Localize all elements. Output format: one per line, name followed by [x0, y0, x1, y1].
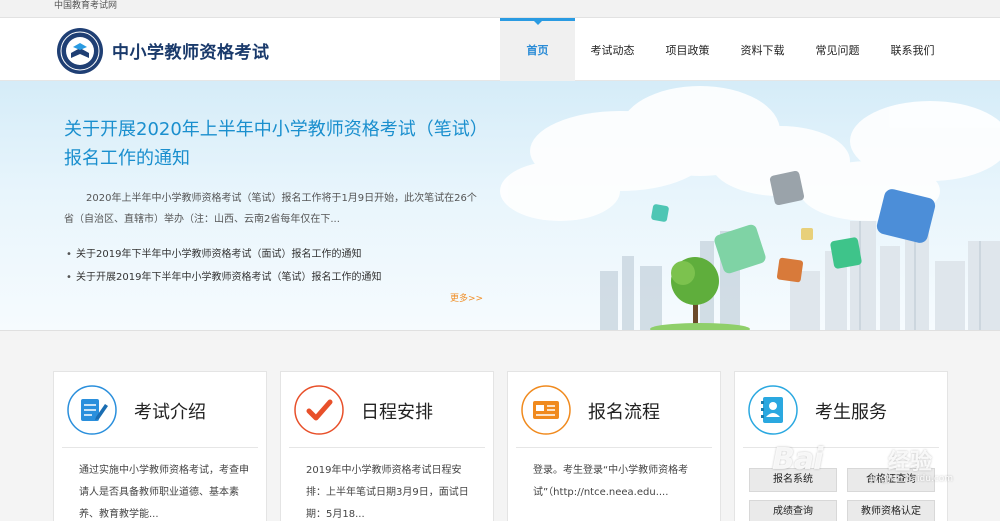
card-divider: [289, 447, 485, 448]
nav-faq[interactable]: 常见问题: [800, 18, 875, 81]
more-link[interactable]: 更多>>: [450, 291, 483, 304]
card-title: 日程安排: [361, 402, 433, 423]
registration-form-icon: [521, 385, 571, 435]
card-title: 报名流程: [588, 402, 660, 423]
banner-news-item[interactable]: 关于2019年下半年中小学教师资格考试（面试）报名工作的通知: [66, 243, 381, 266]
site-name-link[interactable]: 中国教育考试网: [54, 0, 117, 12]
card-body: 2019年中小学教师资格考试日程安排：上半年笔试日期3月9日，面试日期：5月18…: [306, 465, 469, 520]
card-divider: [516, 447, 712, 448]
nav-downloads[interactable]: 资料下载: [725, 18, 800, 81]
watermark-url: jingyan.baidu.com: [870, 474, 954, 484]
card-title: 考生服务: [815, 402, 887, 423]
score-query-button[interactable]: 成绩查询: [749, 500, 837, 521]
nav-exam-news[interactable]: 考试动态: [575, 18, 650, 81]
checkmark-icon: [294, 385, 344, 435]
watermark-cn-text: 经验: [888, 450, 933, 475]
watermark-logo-text: Bai: [772, 442, 823, 477]
card-registration-process[interactable]: 报名流程 登录。考生登录“中小学教师资格考试”（http://ntce.neea…: [507, 371, 721, 521]
nav-home[interactable]: 首页: [500, 18, 575, 81]
top-bar: 中国教育考试网: [0, 0, 1000, 18]
banner-headline-link[interactable]: 关于开展2020年上半年中小学教师资格考试（笔试）报名工作的通知: [64, 115, 484, 173]
exam-logo-icon[interactable]: [56, 27, 104, 75]
address-book-icon: [748, 385, 798, 435]
teacher-certification-button[interactable]: 教师资格认定: [847, 500, 935, 521]
card-body: 登录。考生登录“中小学教师资格考试”（http://ntce.neea.edu.…: [533, 465, 689, 498]
main-nav: 首页 考试动态 项目政策 资料下载 常见问题 联系我们: [500, 18, 950, 81]
banner-news-item[interactable]: 关于开展2019年下半年中小学教师资格考试（笔试）报名工作的通知: [66, 266, 381, 289]
card-body: 通过实施中小学教师资格考试，考查申请人是否具备教师职业道德、基本素养、教育教学能…: [79, 465, 249, 520]
card-divider: [62, 447, 258, 448]
card-exam-intro[interactable]: 考试介绍 通过实施中小学教师资格考试，考查申请人是否具备教师职业道德、基本素养、…: [53, 371, 267, 521]
notepad-pen-icon: [67, 385, 117, 435]
banner-summary: 2020年上半年中小学教师资格考试（笔试）报名工作将于1月9日开始，此次笔试在2…: [64, 193, 477, 225]
nav-contact[interactable]: 联系我们: [875, 18, 950, 81]
card-schedule[interactable]: 日程安排 2019年中小学教师资格考试日程安排：上半年笔试日期3月9日，面试日期…: [280, 371, 494, 521]
card-title: 考试介绍: [134, 402, 206, 423]
hero-banner: 关于开展2020年上半年中小学教师资格考试（笔试）报名工作的通知 2020年上半…: [0, 81, 1000, 331]
baidu-jingyan-watermark: Bai 经验 jingyan.baidu.com: [770, 440, 970, 500]
banner-news-list: 关于2019年下半年中小学教师资格考试（面试）报名工作的通知 关于开展2019年…: [66, 243, 381, 289]
header: 中小学教师资格考试 首页 考试动态 项目政策 资料下载 常见问题 联系我们: [0, 18, 1000, 81]
nav-policy[interactable]: 项目政策: [650, 18, 725, 81]
brand-title[interactable]: 中小学教师资格考试: [112, 38, 270, 63]
